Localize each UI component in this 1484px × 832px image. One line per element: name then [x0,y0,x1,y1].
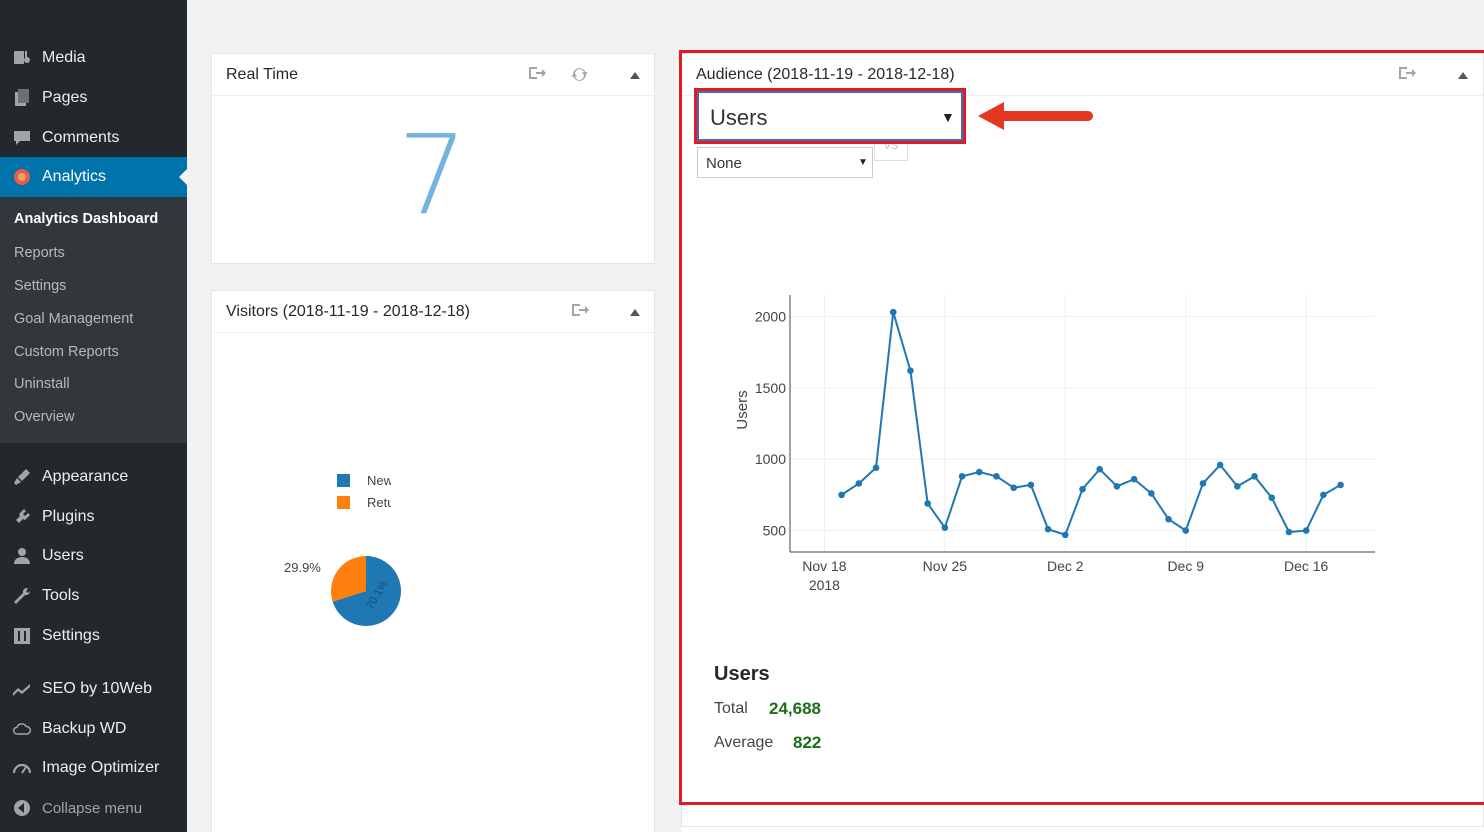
legend-label-returning: Returning [367,495,391,510]
sidebar-item-comments[interactable]: Comments [0,118,187,158]
legend-swatch-new [337,474,350,487]
sidebar-item-label: Pages [42,89,88,106]
legend-swatch-returning [337,496,350,509]
sidebar-item-label: Backup WD [42,720,127,737]
submenu-analytics-dashboard[interactable]: Analytics Dashboard [14,211,158,227]
sidebar-item-label: Image Optimizer [42,759,160,776]
visitors-pie-chart: 29.9% 70.1% [284,556,401,626]
sidebar-item-label: Plugins [42,508,95,525]
sidebar-item-label: Analytics [42,168,107,185]
sidebar-item-pages[interactable]: Pages [0,78,187,118]
highlight-audience-box [679,50,1484,805]
users-icon [0,546,42,566]
collapse-menu-button[interactable]: Collapse menu [0,788,187,828]
submenu-goal-management[interactable]: Goal Management [14,311,133,327]
analytics-submenu: Analytics Dashboard Reports Settings Goa… [0,197,187,443]
annotation-arrow-icon [978,102,1093,130]
panel-title: Visitors (2018-11-19 - 2018-12-18) [226,302,470,320]
sidebar-item-plugins[interactable]: Plugins [0,497,187,537]
seo-icon [0,679,42,699]
sidebar-item-tools[interactable]: Tools [0,576,187,616]
gauge-icon [0,758,42,778]
collapse-toggle-icon[interactable] [630,309,640,316]
sidebar-item-analytics[interactable]: Analytics [0,157,187,197]
collapse-toggle-icon[interactable] [630,72,640,79]
submenu-overview[interactable]: Overview [14,409,74,425]
realtime-visitors-value: 7 [397,111,468,239]
tools-icon [0,586,42,606]
export-icon[interactable] [528,66,546,83]
pie-label-returning: 29.9% [284,560,321,575]
sidebar-item-appearance[interactable]: Appearance [0,457,187,497]
sidebar-item-label: Comments [42,129,120,146]
export-icon[interactable] [571,303,589,320]
highlight-select-box [694,88,966,144]
media-icon [0,48,42,68]
sidebar-item-users[interactable]: Users [0,536,187,576]
admin-sidebar: Analytics Dashboard Reports Settings Goa… [0,0,187,832]
refresh-icon[interactable] [571,66,588,86]
comments-icon [0,128,42,148]
pages-icon [0,88,42,108]
legend-label-new: New [367,473,391,488]
sidebar-item-seo[interactable]: SEO by 10Web [0,669,187,709]
sidebar-item-label: Users [42,547,84,564]
panel-title: Real Time [226,65,299,83]
submenu-custom-reports[interactable]: Custom Reports [14,344,119,360]
submenu-settings[interactable]: Settings [14,278,66,294]
plugins-icon [0,507,42,527]
appearance-icon [0,467,42,487]
collapse-menu-label: Collapse menu [42,799,143,817]
sidebar-item-label: Tools [42,587,80,604]
sidebar-item-image-optimizer[interactable]: Image Optimizer [0,748,187,788]
sidebar-item-backup[interactable]: Backup WD [0,709,187,749]
sidebar-item-label: SEO by 10Web [42,680,152,697]
next-panel-edge [681,826,1484,832]
sidebar-item-settings[interactable]: Settings [0,616,187,656]
sidebar-item-label: Settings [42,627,100,644]
collapse-icon [0,798,42,818]
visitors-panel: Visitors (2018-11-19 - 2018-12-18) New R… [211,290,655,832]
settings-icon [0,626,42,646]
submenu-uninstall[interactable]: Uninstall [14,376,70,392]
analytics-icon [0,167,42,187]
sidebar-item-label: Media [42,49,86,66]
cloud-icon [0,719,42,739]
submenu-reports[interactable]: Reports [14,245,65,261]
realtime-panel: Real Time 7 [211,53,655,264]
sidebar-item-media[interactable]: Media [0,38,187,78]
sidebar-item-label: Appearance [42,468,129,485]
